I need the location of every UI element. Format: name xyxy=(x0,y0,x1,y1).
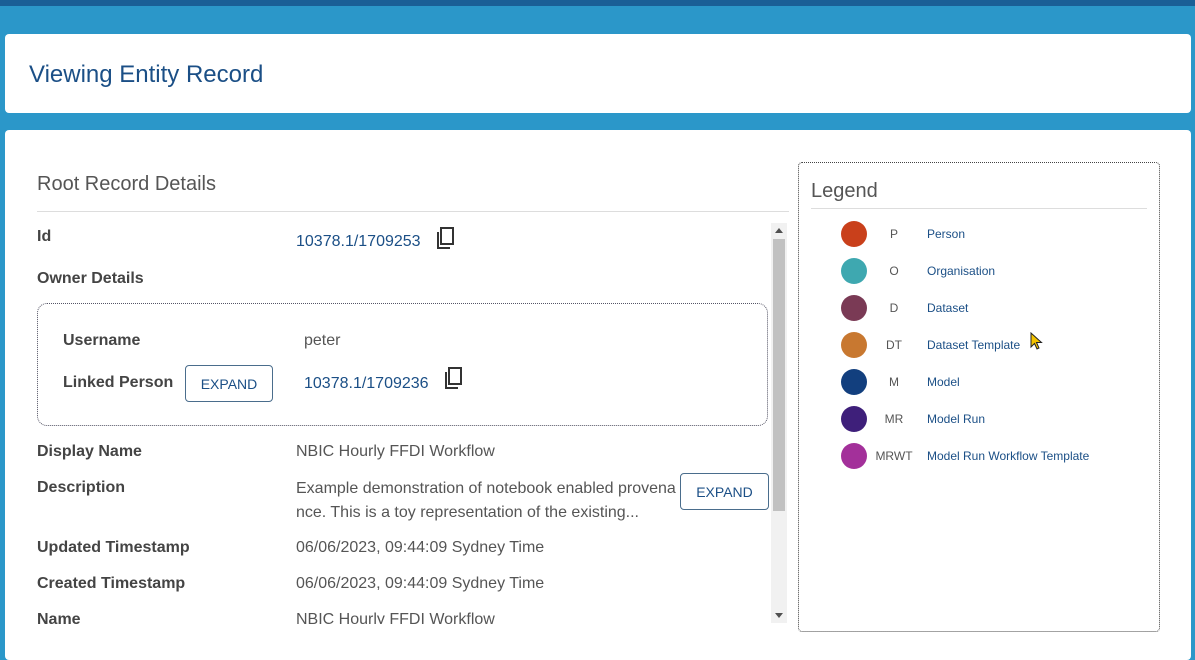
created-timestamp-value: 06/06/2023, 09:44:09 Sydney Time xyxy=(296,575,545,592)
legend-item-dataset: D Dataset xyxy=(841,295,1141,321)
id-link[interactable]: 10378.1/1709253 xyxy=(296,233,421,251)
description-line-2: nce. This is a toy representation of the… xyxy=(296,504,639,521)
updated-timestamp-value: 06/06/2023, 09:44:09 Sydney Time xyxy=(296,539,545,556)
owner-details-box: Username peter Linked Person EXPAND 1037… xyxy=(37,303,768,426)
legend-item-model: M Model xyxy=(841,369,1141,395)
legend-item-dataset-template: DT Dataset Template xyxy=(841,332,1141,358)
top-bar xyxy=(0,0,1195,6)
legend-name: Model Run xyxy=(927,412,986,426)
legend-panel: Legend P Person O Organisation D Dataset… xyxy=(798,162,1160,632)
display-name-label: Display Name xyxy=(37,443,142,460)
copy-icon[interactable] xyxy=(434,226,456,250)
mouse-cursor-icon xyxy=(1030,332,1043,350)
organisation-dot-icon xyxy=(841,258,867,284)
legend-name: Person xyxy=(927,227,966,241)
page-title: Viewing Entity Record xyxy=(29,61,264,88)
created-timestamp-label: Created Timestamp xyxy=(37,575,186,592)
legend-item-model-run: MR Model Run xyxy=(841,406,1141,432)
details-scroll-area: Id 10378.1/1709253 Owner Details Usernam… xyxy=(37,220,771,624)
description-label: Description xyxy=(37,479,126,496)
dataset-template-dot-icon xyxy=(841,332,867,358)
legend-item-person: P Person xyxy=(841,221,1141,247)
updated-timestamp-label: Updated Timestamp xyxy=(37,539,190,556)
legend-name: Organisation xyxy=(927,264,996,278)
legend-name: Model Run Workflow Template xyxy=(927,449,1090,463)
legend-abbr: D xyxy=(889,301,899,315)
legend-title: Legend xyxy=(811,180,878,202)
legend-abbr: P xyxy=(889,227,898,241)
name-label: Name xyxy=(37,611,81,624)
id-label: Id xyxy=(37,228,52,245)
legend-name: Model xyxy=(927,375,960,389)
person-dot-icon xyxy=(841,221,867,247)
username-value: peter xyxy=(304,332,341,349)
section-divider xyxy=(37,211,789,212)
legend-divider xyxy=(811,208,1147,209)
legend-abbr: DT xyxy=(886,338,902,352)
description-line-1: Example demonstration of notebook enable… xyxy=(296,480,676,497)
section-title: Root Record Details xyxy=(37,173,216,195)
name-value: NBIC Hourly FFDI Workflow xyxy=(296,611,495,624)
username-label: Username xyxy=(63,332,141,349)
display-name-value: NBIC Hourly FFDI Workflow xyxy=(296,443,495,460)
owner-details-label: Owner Details xyxy=(37,270,144,287)
model-run-dot-icon xyxy=(841,406,867,432)
legend-abbr: M xyxy=(889,375,899,389)
scrollbar-thumb[interactable] xyxy=(773,239,785,511)
linked-person-label: Linked Person xyxy=(63,374,174,391)
legend-name: Dataset xyxy=(927,301,969,315)
legend-item-organisation: O Organisation xyxy=(841,258,1141,284)
model-run-workflow-template-dot-icon xyxy=(841,443,867,469)
legend-name: Dataset Template xyxy=(927,338,1021,352)
legend-abbr: MR xyxy=(884,412,904,426)
main-card: Root Record Details Id 10378.1/1709253 O… xyxy=(5,130,1191,660)
description-expand-button[interactable]: EXPAND xyxy=(680,473,769,510)
linked-person-expand-button[interactable]: EXPAND xyxy=(185,365,273,402)
legend-abbr: MRWT xyxy=(875,449,913,463)
copy-icon[interactable] xyxy=(442,366,464,390)
linked-person-link[interactable]: 10378.1/1709236 xyxy=(304,375,429,393)
model-dot-icon xyxy=(841,369,867,395)
legend-item-model-run-workflow-template: MRWT Model Run Workflow Template xyxy=(841,443,1141,469)
scroll-up-arrow-icon[interactable] xyxy=(775,228,783,233)
dataset-dot-icon xyxy=(841,295,867,321)
details-scrollbar[interactable] xyxy=(771,223,787,623)
title-card: Viewing Entity Record xyxy=(5,34,1191,113)
legend-abbr: O xyxy=(889,264,899,278)
description-value: Example demonstration of notebook enable… xyxy=(296,477,680,525)
scroll-down-arrow-icon[interactable] xyxy=(775,613,783,618)
